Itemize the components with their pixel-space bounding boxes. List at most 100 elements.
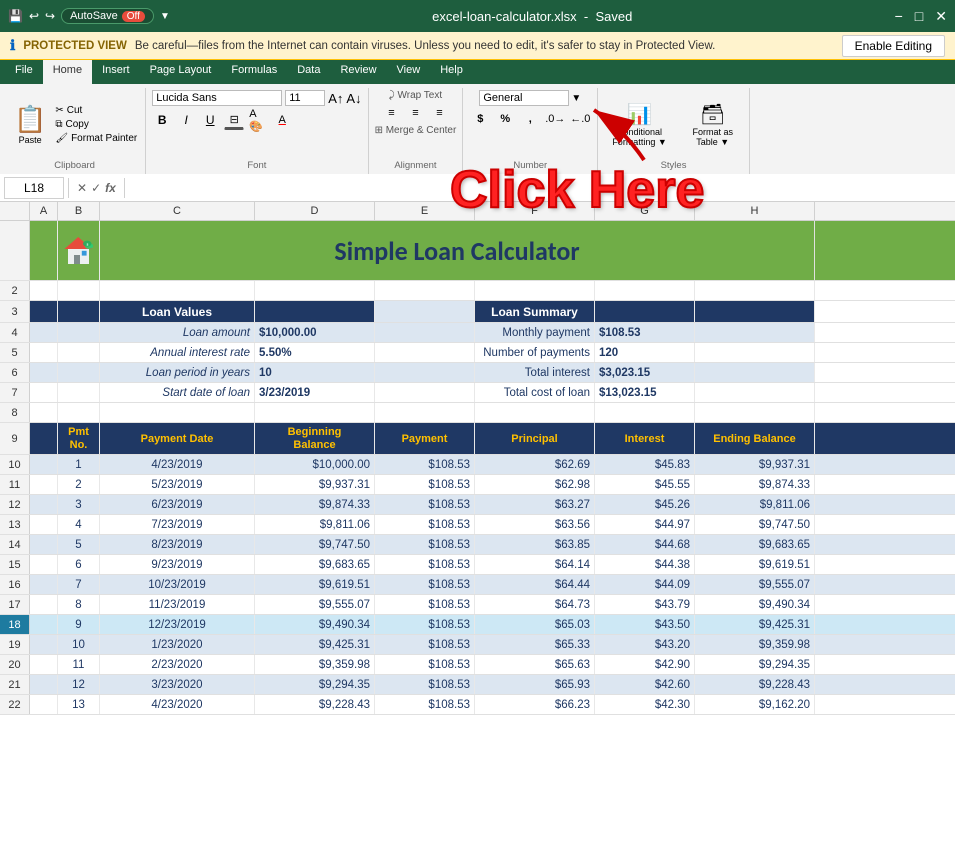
- col-header-b[interactable]: B: [58, 202, 100, 220]
- cell-g20[interactable]: $42.90: [595, 655, 695, 674]
- cell-f8[interactable]: [475, 403, 595, 422]
- copy-button[interactable]: ⧉ Copy: [53, 118, 139, 131]
- cell-b1[interactable]: $: [58, 221, 100, 280]
- formula-input[interactable]: [129, 177, 951, 199]
- cell-e7[interactable]: [375, 383, 475, 402]
- cell-d14[interactable]: $9,747.50: [255, 535, 375, 554]
- dollar-button[interactable]: $: [469, 109, 491, 129]
- cell-d17[interactable]: $9,555.07: [255, 595, 375, 614]
- cell-g16[interactable]: $44.09: [595, 575, 695, 594]
- cell-b16[interactable]: 7: [58, 575, 100, 594]
- cell-c11[interactable]: 5/23/2019: [100, 475, 255, 494]
- cell-a10[interactable]: [30, 455, 58, 474]
- cell-h14[interactable]: $9,683.65: [695, 535, 815, 554]
- cell-b10[interactable]: 1: [58, 455, 100, 474]
- cell-e14[interactable]: $108.53: [375, 535, 475, 554]
- cell-f13[interactable]: $63.56: [475, 515, 595, 534]
- cell-h17[interactable]: $9,490.34: [695, 595, 815, 614]
- cell-g14[interactable]: $44.68: [595, 535, 695, 554]
- col-header-f[interactable]: F: [475, 202, 595, 220]
- cell-f11[interactable]: $62.98: [475, 475, 595, 494]
- cell-e21[interactable]: $108.53: [375, 675, 475, 694]
- cell-h13[interactable]: $9,747.50: [695, 515, 815, 534]
- cell-f14[interactable]: $63.85: [475, 535, 595, 554]
- cell-h22[interactable]: $9,162.20: [695, 695, 815, 714]
- cell-d2[interactable]: [255, 281, 375, 300]
- cell-a15[interactable]: [30, 555, 58, 574]
- cell-h10[interactable]: $9,937.31: [695, 455, 815, 474]
- cell-f15[interactable]: $64.14: [475, 555, 595, 574]
- bold-button[interactable]: B: [152, 110, 172, 130]
- cell-e10[interactable]: $108.53: [375, 455, 475, 474]
- cell-b17[interactable]: 8: [58, 595, 100, 614]
- cell-g7[interactable]: $13,023.15: [595, 383, 695, 402]
- cell-e11[interactable]: $108.53: [375, 475, 475, 494]
- cell-g8[interactable]: [595, 403, 695, 422]
- insert-function-icon[interactable]: fx: [105, 181, 116, 195]
- cell-g12[interactable]: $45.26: [595, 495, 695, 514]
- align-right-button[interactable]: ≡: [428, 103, 450, 123]
- save-icon[interactable]: 💾: [8, 9, 23, 23]
- cell-h7[interactable]: [695, 383, 815, 402]
- cell-e22[interactable]: $108.53: [375, 695, 475, 714]
- cell-b4[interactable]: [58, 323, 100, 342]
- increase-decimal-button[interactable]: .0→: [544, 109, 566, 129]
- format-as-table-button[interactable]: 🗃 Format asTable ▼: [683, 98, 743, 151]
- cell-c21[interactable]: 3/23/2020: [100, 675, 255, 694]
- font-size-input[interactable]: [285, 90, 325, 106]
- font-name-input[interactable]: [152, 90, 282, 106]
- cell-e16[interactable]: $108.53: [375, 575, 475, 594]
- cell-h11[interactable]: $9,874.33: [695, 475, 815, 494]
- cell-c2[interactable]: [100, 281, 255, 300]
- enable-editing-button[interactable]: Enable Editing: [842, 35, 945, 57]
- tab-view[interactable]: View: [387, 60, 431, 84]
- cell-a17[interactable]: [30, 595, 58, 614]
- cell-d11[interactable]: $9,937.31: [255, 475, 375, 494]
- cell-d22[interactable]: $9,228.43: [255, 695, 375, 714]
- border-button[interactable]: ⊟: [224, 110, 244, 130]
- cell-d4[interactable]: $10,000.00: [255, 323, 375, 342]
- cell-d20[interactable]: $9,359.98: [255, 655, 375, 674]
- cell-c4[interactable]: Loan amount: [100, 323, 255, 342]
- cell-c7[interactable]: Start date of loan: [100, 383, 255, 402]
- cell-f2[interactable]: [475, 281, 595, 300]
- cell-a22[interactable]: [30, 695, 58, 714]
- cell-b9[interactable]: PmtNo.: [58, 423, 100, 454]
- cell-e8[interactable]: [375, 403, 475, 422]
- italic-button[interactable]: I: [176, 110, 196, 130]
- cell-d19[interactable]: $9,425.31: [255, 635, 375, 654]
- cell-c9[interactable]: Payment Date: [100, 423, 255, 454]
- cell-c13[interactable]: 7/23/2019: [100, 515, 255, 534]
- cell-e5[interactable]: [375, 343, 475, 362]
- cell-d5[interactable]: 5.50%: [255, 343, 375, 362]
- cell-g17[interactable]: $43.79: [595, 595, 695, 614]
- cell-e12[interactable]: $108.53: [375, 495, 475, 514]
- cell-a1[interactable]: [30, 221, 58, 280]
- decrease-decimal-button[interactable]: ←.0: [569, 109, 591, 129]
- tab-file[interactable]: File: [5, 60, 43, 84]
- cell-d18[interactable]: $9,490.34: [255, 615, 375, 634]
- cell-f3[interactable]: Loan Summary: [475, 301, 595, 322]
- comma-button[interactable]: ,: [519, 109, 541, 129]
- col-header-a[interactable]: A: [30, 202, 58, 220]
- cell-f17[interactable]: $64.73: [475, 595, 595, 614]
- autosave-toggle[interactable]: AutoSave Off: [61, 8, 154, 24]
- cell-a4[interactable]: [30, 323, 58, 342]
- cell-h16[interactable]: $9,555.07: [695, 575, 815, 594]
- cell-e2[interactable]: [375, 281, 475, 300]
- cell-c15[interactable]: 9/23/2019: [100, 555, 255, 574]
- cell-d8[interactable]: [255, 403, 375, 422]
- cell-g6[interactable]: $3,023.15: [595, 363, 695, 382]
- cell-b8[interactable]: [58, 403, 100, 422]
- col-header-d[interactable]: D: [255, 202, 375, 220]
- align-left-button[interactable]: ≡: [380, 103, 402, 123]
- col-header-g[interactable]: G: [595, 202, 695, 220]
- cell-e13[interactable]: $108.53: [375, 515, 475, 534]
- cell-g11[interactable]: $45.55: [595, 475, 695, 494]
- cell-a13[interactable]: [30, 515, 58, 534]
- cell-h20[interactable]: $9,294.35: [695, 655, 815, 674]
- cell-f10[interactable]: $62.69: [475, 455, 595, 474]
- tab-review[interactable]: Review: [330, 60, 386, 84]
- cell-h6[interactable]: [695, 363, 815, 382]
- cell-d9[interactable]: BeginningBalance: [255, 423, 375, 454]
